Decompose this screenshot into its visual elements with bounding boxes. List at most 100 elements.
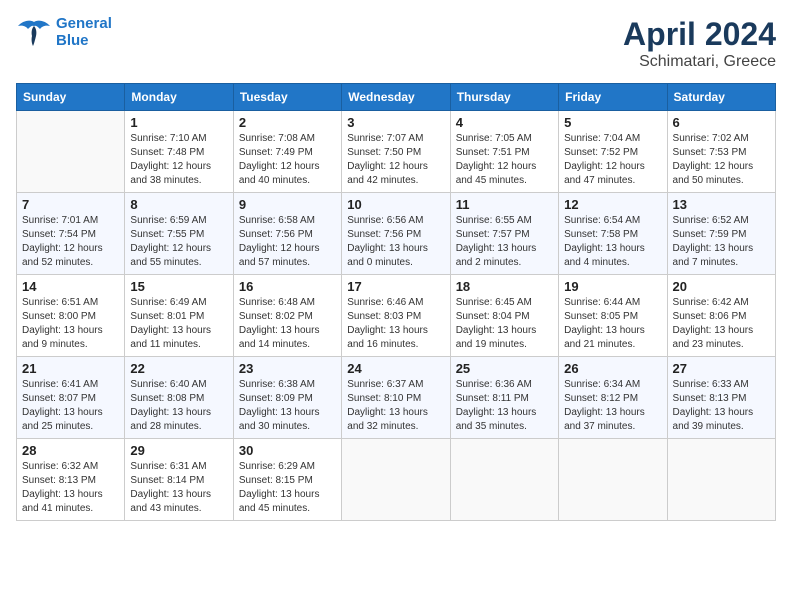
- calendar-cell: [17, 111, 125, 193]
- calendar-cell: 15Sunrise: 6:49 AM Sunset: 8:01 PM Dayli…: [125, 275, 233, 357]
- day-number: 9: [239, 197, 336, 212]
- day-info: Sunrise: 6:34 AM Sunset: 8:12 PM Dayligh…: [564, 378, 661, 434]
- day-number: 5: [564, 115, 661, 130]
- day-info: Sunrise: 6:45 AM Sunset: 8:04 PM Dayligh…: [456, 296, 553, 352]
- calendar-cell: 8Sunrise: 6:59 AM Sunset: 7:55 PM Daylig…: [125, 193, 233, 275]
- calendar-week-0: 1Sunrise: 7:10 AM Sunset: 7:48 PM Daylig…: [17, 111, 776, 193]
- day-info: Sunrise: 6:48 AM Sunset: 8:02 PM Dayligh…: [239, 296, 336, 352]
- day-number: 15: [130, 279, 227, 294]
- calendar-cell: 24 Sunrise: 6:37 AM Sunset: 8:10 PM Dayli…: [342, 357, 450, 439]
- day-info: Sunrise: 7:05 AM Sunset: 7:51 PM Dayligh…: [456, 132, 553, 188]
- day-info: Sunrise: 6:44 AM Sunset: 8:05 PM Dayligh…: [564, 296, 661, 352]
- calendar-cell: 1Sunrise: 7:10 AM Sunset: 7:48 PM Daylig…: [125, 111, 233, 193]
- calendar-cell: 17Sunrise: 6:46 AM Sunset: 8:03 PM Dayli…: [342, 275, 450, 357]
- weekday-header-tuesday: Tuesday: [233, 84, 341, 111]
- calendar-cell: 9 Sunrise: 6:58 AM Sunset: 7:56 PM Daylig…: [233, 193, 341, 275]
- day-number: 3: [347, 115, 444, 130]
- day-number: 23: [239, 361, 336, 376]
- calendar-cell: 14 Sunrise: 6:51 AM Sunset: 8:00 PM Dayli…: [17, 275, 125, 357]
- calendar-cell: 6 Sunrise: 7:02 AM Sunset: 7:53 PM Daylig…: [667, 111, 775, 193]
- day-number: 28: [22, 443, 119, 458]
- day-info: Sunrise: 7:07 AM Sunset: 7:50 PM Dayligh…: [347, 132, 444, 188]
- calendar-cell: 21Sunrise: 6:41 AM Sunset: 8:07 PM Dayli…: [17, 357, 125, 439]
- day-info: Sunrise: 7:04 AM Sunset: 7:52 PM Dayligh…: [564, 132, 661, 188]
- day-number: 25: [456, 361, 553, 376]
- day-number: 27: [673, 361, 770, 376]
- calendar-cell: 20 Sunrise: 6:42 AM Sunset: 8:06 PM Dayli…: [667, 275, 775, 357]
- day-number: 8: [130, 197, 227, 212]
- day-number: 6: [673, 115, 770, 130]
- day-info: Sunrise: 6:33 AM Sunset: 8:13 PM Dayligh…: [673, 378, 770, 434]
- day-info: Sunrise: 7:02 AM Sunset: 7:53 PM Dayligh…: [673, 132, 770, 188]
- weekday-header-monday: Monday: [125, 84, 233, 111]
- day-number: 14: [22, 279, 119, 294]
- calendar-week-4: 28Sunrise: 6:32 AM Sunset: 8:13 PM Dayli…: [17, 439, 776, 521]
- day-info: Sunrise: 6:46 AM Sunset: 8:03 PM Dayligh…: [347, 296, 444, 352]
- day-info: Sunrise: 7:08 AM Sunset: 7:49 PM Dayligh…: [239, 132, 336, 188]
- calendar-cell: 5 Sunrise: 7:04 AM Sunset: 7:52 PM Daylig…: [559, 111, 667, 193]
- day-number: 16: [239, 279, 336, 294]
- logo-text: General Blue: [56, 16, 112, 49]
- day-number: 7: [22, 197, 119, 212]
- day-number: 22: [130, 361, 227, 376]
- day-info: Sunrise: 6:54 AM Sunset: 7:58 PM Dayligh…: [564, 214, 661, 270]
- weekday-header-row: SundayMondayTuesdayWednesdayThursdayFrid…: [17, 84, 776, 111]
- calendar-cell: 13 Sunrise: 6:52 AM Sunset: 7:59 PM Dayli…: [667, 193, 775, 275]
- calendar-subtitle: Schimatari, Greece: [623, 53, 776, 71]
- calendar-cell: 12 Sunrise: 6:54 AM Sunset: 7:58 PM Dayli…: [559, 193, 667, 275]
- calendar-cell: [342, 439, 450, 521]
- day-info: Sunrise: 6:58 AM Sunset: 7:56 PM Dayligh…: [239, 214, 336, 270]
- calendar-week-3: 21Sunrise: 6:41 AM Sunset: 8:07 PM Dayli…: [17, 357, 776, 439]
- calendar-cell: 22Sunrise: 6:40 AM Sunset: 8:08 PM Dayli…: [125, 357, 233, 439]
- day-number: 4: [456, 115, 553, 130]
- day-info: Sunrise: 6:51 AM Sunset: 8:00 PM Dayligh…: [22, 296, 119, 352]
- calendar-cell: 30 Sunrise: 6:29 AM Sunset: 8:15 PM Dayli…: [233, 439, 341, 521]
- day-number: 13: [673, 197, 770, 212]
- day-number: 1: [130, 115, 227, 130]
- calendar-week-2: 14 Sunrise: 6:51 AM Sunset: 8:00 PM Dayli…: [17, 275, 776, 357]
- day-info: Sunrise: 6:42 AM Sunset: 8:06 PM Dayligh…: [673, 296, 770, 352]
- calendar-cell: 23 Sunrise: 6:38 AM Sunset: 8:09 PM Dayli…: [233, 357, 341, 439]
- day-number: 30: [239, 443, 336, 458]
- day-number: 12: [564, 197, 661, 212]
- day-number: 18: [456, 279, 553, 294]
- day-info: Sunrise: 6:38 AM Sunset: 8:09 PM Dayligh…: [239, 378, 336, 434]
- title-block: April 2024 Schimatari, Greece: [623, 16, 776, 71]
- day-number: 24: [347, 361, 444, 376]
- calendar-cell: 10 Sunrise: 6:56 AM Sunset: 7:56 PM Dayli…: [342, 193, 450, 275]
- calendar-cell: 26 Sunrise: 6:34 AM Sunset: 8:12 PM Dayli…: [559, 357, 667, 439]
- day-number: 20: [673, 279, 770, 294]
- calendar-week-1: 7 Sunrise: 7:01 AM Sunset: 7:54 PM Daylig…: [17, 193, 776, 275]
- day-info: Sunrise: 6:52 AM Sunset: 7:59 PM Dayligh…: [673, 214, 770, 270]
- weekday-header-sunday: Sunday: [17, 84, 125, 111]
- day-number: 2: [239, 115, 336, 130]
- day-info: Sunrise: 6:29 AM Sunset: 8:15 PM Dayligh…: [239, 460, 336, 516]
- calendar-cell: 19 Sunrise: 6:44 AM Sunset: 8:05 PM Dayli…: [559, 275, 667, 357]
- day-number: 29: [130, 443, 227, 458]
- calendar-cell: 2 Sunrise: 7:08 AM Sunset: 7:49 PM Daylig…: [233, 111, 341, 193]
- calendar-cell: 27 Sunrise: 6:33 AM Sunset: 8:13 PM Dayli…: [667, 357, 775, 439]
- day-number: 19: [564, 279, 661, 294]
- logo: General Blue: [16, 16, 112, 49]
- day-info: Sunrise: 6:56 AM Sunset: 7:56 PM Dayligh…: [347, 214, 444, 270]
- day-info: Sunrise: 6:37 AM Sunset: 8:10 PM Dayligh…: [347, 378, 444, 434]
- calendar-cell: [450, 439, 558, 521]
- day-number: 26: [564, 361, 661, 376]
- day-info: Sunrise: 7:01 AM Sunset: 7:54 PM Dayligh…: [22, 214, 119, 270]
- calendar-cell: 3 Sunrise: 7:07 AM Sunset: 7:50 PM Daylig…: [342, 111, 450, 193]
- calendar-cell: 28Sunrise: 6:32 AM Sunset: 8:13 PM Dayli…: [17, 439, 125, 521]
- calendar-table: SundayMondayTuesdayWednesdayThursdayFrid…: [16, 83, 776, 521]
- calendar-cell: 7 Sunrise: 7:01 AM Sunset: 7:54 PM Daylig…: [17, 193, 125, 275]
- logo-icon: [16, 18, 52, 48]
- weekday-header-friday: Friday: [559, 84, 667, 111]
- weekday-header-thursday: Thursday: [450, 84, 558, 111]
- day-info: Sunrise: 6:31 AM Sunset: 8:14 PM Dayligh…: [130, 460, 227, 516]
- day-number: 10: [347, 197, 444, 212]
- calendar-cell: [559, 439, 667, 521]
- calendar-cell: 18 Sunrise: 6:45 AM Sunset: 8:04 PM Dayli…: [450, 275, 558, 357]
- day-info: Sunrise: 6:36 AM Sunset: 8:11 PM Dayligh…: [456, 378, 553, 434]
- calendar-title: April 2024: [623, 16, 776, 53]
- calendar-cell: 16 Sunrise: 6:48 AM Sunset: 8:02 PM Dayli…: [233, 275, 341, 357]
- calendar-cell: [667, 439, 775, 521]
- weekday-header-saturday: Saturday: [667, 84, 775, 111]
